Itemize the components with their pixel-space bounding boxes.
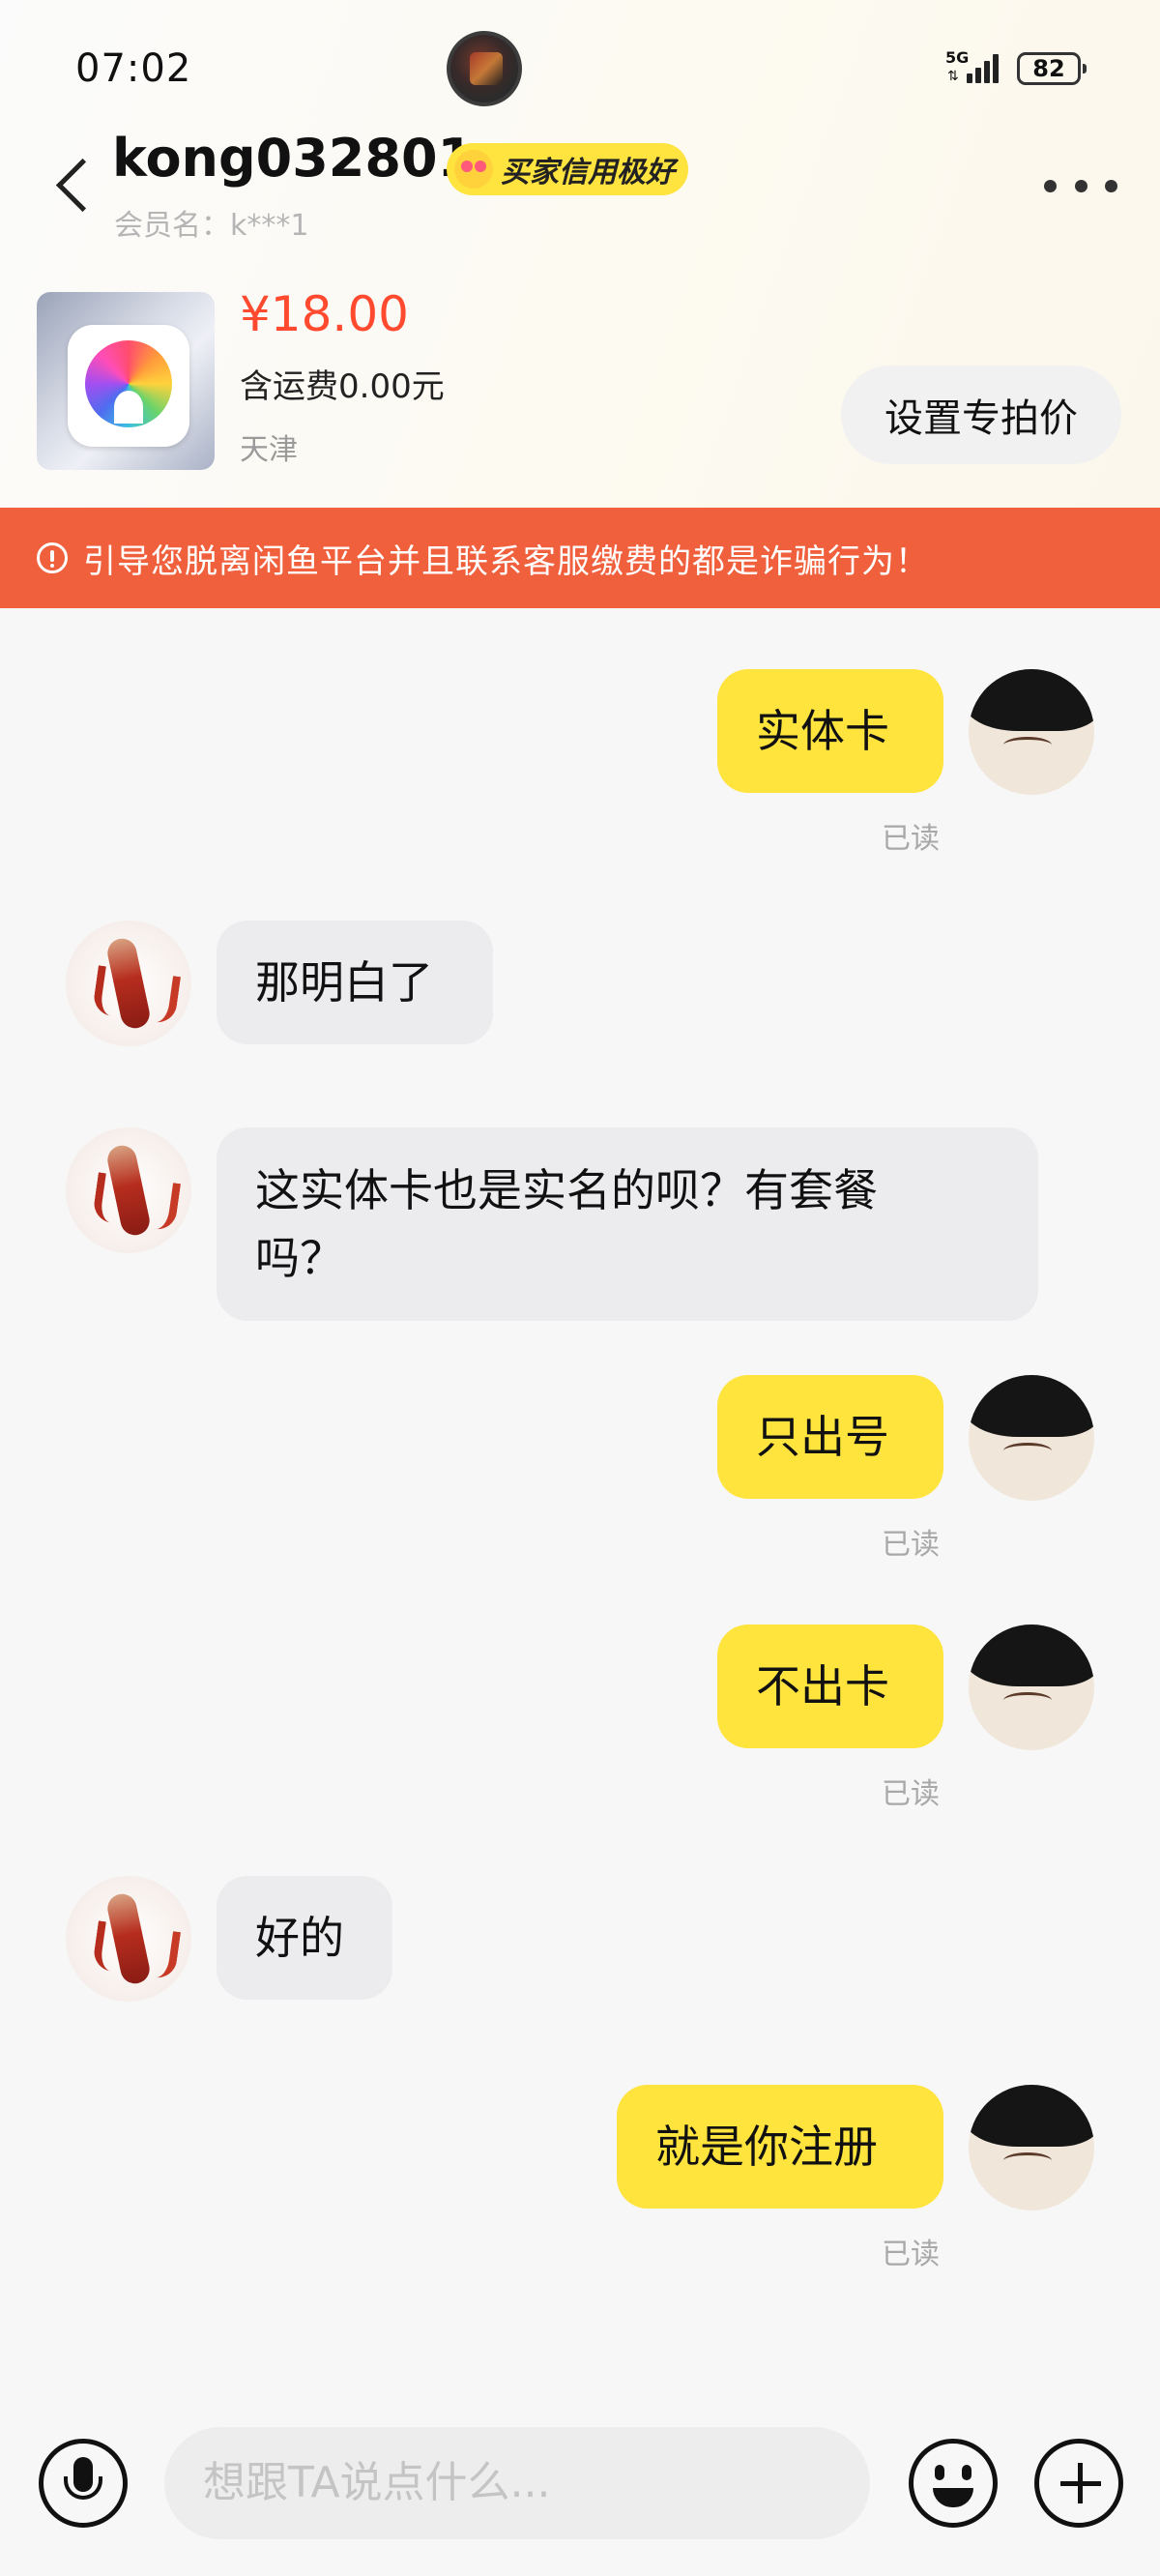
- battery-icon: 82: [1017, 52, 1087, 85]
- warning-icon: [37, 542, 68, 573]
- my-avatar[interactable]: [969, 1625, 1094, 1750]
- message-text-line: 吗？: [255, 1232, 344, 1284]
- contact-avatar[interactable]: [66, 921, 191, 1046]
- message-bubble-sent[interactable]: 就是你注册: [617, 2085, 943, 2209]
- shipping-fee: 含运费0.00元: [240, 367, 445, 406]
- message-text-line: 这实体卡也是实名的呗？有套餐: [255, 1164, 878, 1216]
- message-bubble-received[interactable]: 那明白了: [217, 921, 493, 1044]
- set-special-price-button[interactable]: 设置专拍价: [841, 366, 1121, 464]
- fraud-warning-banner: 引导您脱离闲鱼平台并且联系客服缴费的都是诈骗行为！: [0, 508, 1160, 608]
- message-bubble-sent[interactable]: 实体卡: [717, 669, 943, 793]
- signal-bar: [967, 73, 972, 83]
- read-status: 已读: [882, 1777, 940, 1811]
- credit-badge: 买家信用极好: [447, 143, 688, 195]
- message-input[interactable]: 想跟TA说点什么...: [164, 2427, 870, 2539]
- signal-bar: [993, 54, 999, 83]
- flower-logo-icon: [85, 340, 172, 427]
- network-type: 5G: [945, 48, 970, 67]
- message-bubble-sent[interactable]: 只出号: [717, 1375, 943, 1499]
- my-avatar[interactable]: [969, 669, 1094, 795]
- message-bubble-sent[interactable]: 不出卡: [717, 1625, 943, 1748]
- data-arrows-icon: ⇅: [947, 69, 959, 84]
- status-time: 07:02: [75, 46, 192, 91]
- member-name: 会员名：k***1: [114, 209, 309, 243]
- product-image[interactable]: [37, 292, 215, 470]
- my-avatar[interactable]: [969, 2085, 1094, 2210]
- mic-icon[interactable]: [39, 2439, 128, 2528]
- contact-avatar[interactable]: [66, 1876, 191, 2002]
- emoji-icon[interactable]: [909, 2439, 998, 2528]
- product-price: ¥18.00: [240, 286, 409, 342]
- back-icon[interactable]: [50, 153, 89, 220]
- contact-avatar[interactable]: [66, 1127, 191, 1253]
- read-status: 已读: [882, 822, 940, 856]
- warning-text: 引导您脱离闲鱼平台并且联系客服缴费的都是诈骗行为！: [83, 542, 929, 581]
- my-avatar[interactable]: [969, 1375, 1094, 1501]
- camera-cutout: [447, 31, 522, 106]
- message-bubble-received[interactable]: 这实体卡也是实名的呗？有套餐 吗？: [217, 1127, 1038, 1321]
- signal-icon: 5G ⇅: [945, 50, 1003, 85]
- message-bubble-received[interactable]: 好的: [217, 1876, 392, 2000]
- app-tile: [68, 325, 189, 447]
- product-location: 天津: [240, 433, 298, 467]
- chat-username[interactable]: kong032801: [112, 128, 474, 189]
- heart-eyes-icon: [454, 150, 493, 189]
- signal-bar: [975, 68, 981, 83]
- read-status: 已读: [882, 2238, 940, 2271]
- credit-badge-label: 买家信用极好: [501, 156, 675, 190]
- plus-icon[interactable]: [1034, 2439, 1123, 2528]
- more-icon[interactable]: [1044, 166, 1117, 205]
- read-status: 已读: [882, 1528, 940, 1562]
- signal-bar: [984, 61, 990, 83]
